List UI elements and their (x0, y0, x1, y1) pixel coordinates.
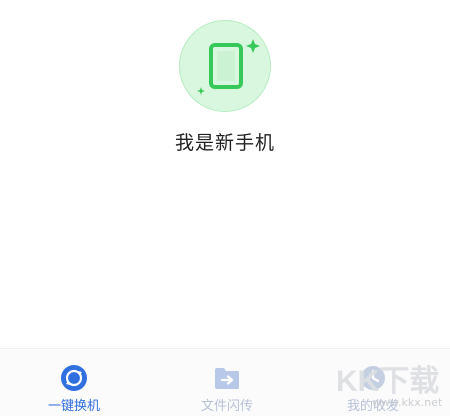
tab-file-transfer[interactable]: 文件闪传 (172, 359, 282, 415)
screen: 我是新手机 一键换机 文件闪传 我的收发 KK下载 www.kkx.net (0, 0, 450, 416)
tab-label: 一键换机 (47, 399, 100, 414)
tab-label: 我的收发 (346, 399, 399, 414)
sync-icon (59, 363, 89, 393)
tab-label: 文件闪传 (200, 399, 253, 414)
phone-sparkle-icon (197, 39, 260, 95)
history-icon (358, 363, 388, 393)
folder-transfer-icon (212, 363, 242, 393)
new-phone-role-card[interactable]: 我是新手机 (0, 0, 450, 200)
tab-one-key-switch[interactable]: 一键换机 (19, 359, 129, 415)
bottom-tab-bar: 一键换机 文件闪传 我的收发 (0, 348, 450, 416)
role-title: 我是新手机 (174, 132, 275, 154)
tab-my-transfers[interactable]: 我的收发 (318, 359, 428, 415)
phone-badge[interactable] (179, 20, 271, 112)
